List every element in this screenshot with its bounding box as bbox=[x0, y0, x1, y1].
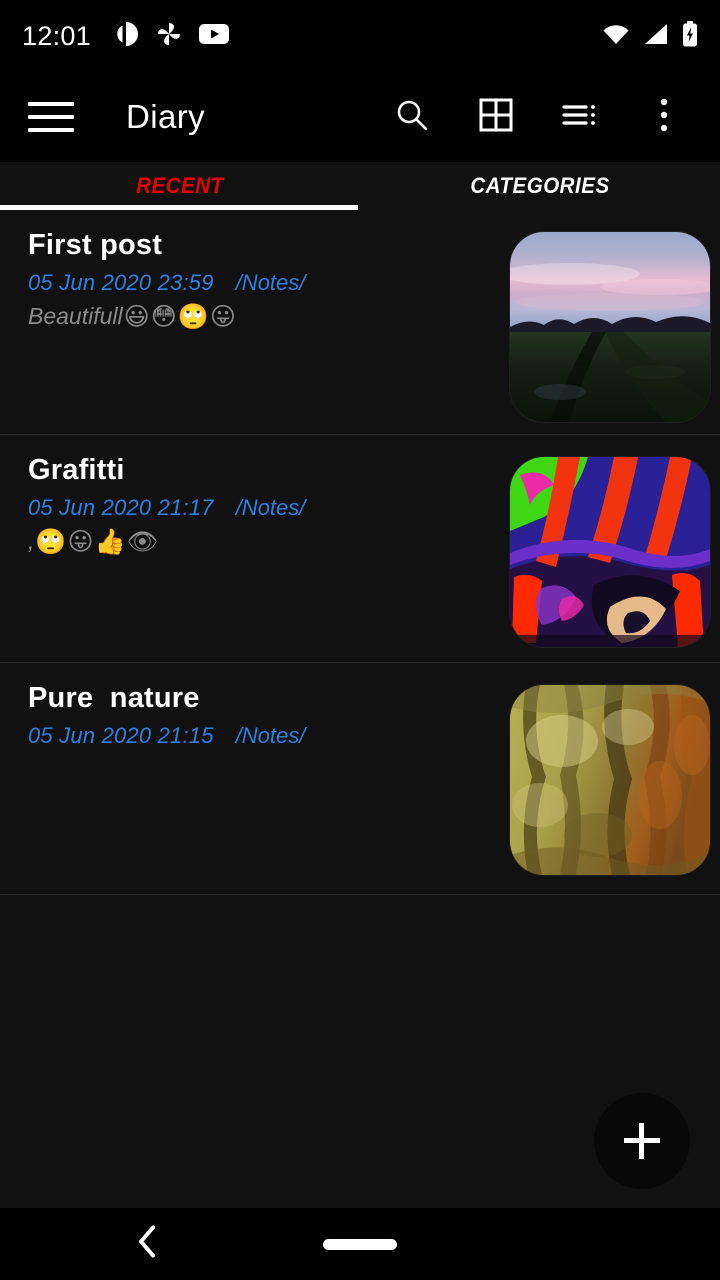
search-icon bbox=[394, 97, 430, 138]
hamburger-line bbox=[28, 115, 74, 119]
entry-date: 05 Jun 2020 23:59 bbox=[28, 269, 214, 295]
youtube-icon bbox=[199, 23, 230, 50]
status-bar: 12:01 bbox=[0, 0, 720, 72]
wifi-icon bbox=[602, 23, 630, 50]
pinwheel-icon bbox=[156, 21, 182, 52]
entry-title: Pure nature bbox=[28, 682, 200, 714]
entry-preview: Beautifull 😃 😳 🙄 😛 bbox=[28, 302, 500, 332]
app-toolbar: Diary bbox=[0, 72, 720, 162]
emoji-rolling-eyes: 🙄 bbox=[177, 301, 209, 331]
entries-list: First post 05 Jun 2020 23:59 /Notes/ Bea… bbox=[0, 210, 720, 1210]
overflow-menu-button[interactable] bbox=[622, 72, 706, 162]
system-navigation-bar bbox=[0, 1208, 720, 1280]
status-bar-system-icons bbox=[602, 20, 698, 52]
hamburger-line bbox=[28, 128, 74, 132]
toolbar-actions bbox=[370, 72, 706, 162]
tab-bar: RECENT CATEGORIES bbox=[0, 162, 720, 210]
entry-path: /Notes/ bbox=[235, 494, 306, 520]
emoji-tongue-out: 😛 bbox=[67, 527, 94, 557]
sort-list-button[interactable] bbox=[538, 72, 622, 162]
cellular-signal-icon bbox=[643, 23, 669, 50]
entry-date: 05 Jun 2020 21:15 bbox=[28, 722, 214, 748]
list-item[interactable]: Pure nature 05 Jun 2020 21:15 /Notes/ bbox=[0, 663, 720, 895]
back-chevron-icon[interactable] bbox=[135, 1224, 159, 1265]
graffiti-wall-photo[interactable] bbox=[510, 457, 710, 647]
emoji-flushed: 😳 bbox=[150, 302, 177, 332]
hamburger-line bbox=[28, 102, 74, 106]
search-button[interactable] bbox=[370, 72, 454, 162]
sort-list-icon bbox=[562, 100, 598, 135]
entry-text-block: Grafitti 05 Jun 2020 21:17 /Notes/ , 🙄 😛… bbox=[0, 435, 500, 557]
page-title: Diary bbox=[126, 98, 206, 135]
grid-view-button[interactable] bbox=[454, 72, 538, 162]
home-pill-indicator[interactable] bbox=[323, 1239, 397, 1250]
overflow-menu-icon bbox=[658, 97, 670, 138]
emoji-eye: 👁 bbox=[126, 526, 159, 556]
hamburger-menu-icon[interactable] bbox=[28, 102, 74, 132]
list-item[interactable]: Grafitti 05 Jun 2020 21:17 /Notes/ , 🙄 😛… bbox=[0, 435, 720, 663]
tree-bark-photo[interactable] bbox=[510, 685, 710, 875]
emoji-tongue-out: 😛 bbox=[209, 302, 236, 332]
emoji-rolling-eyes: 🙄 bbox=[35, 526, 67, 556]
entry-thumbnail-wrap bbox=[500, 210, 720, 422]
status-bar-notification-icons bbox=[113, 21, 230, 52]
entry-preview-text: , bbox=[28, 528, 35, 555]
entry-meta: 05 Jun 2020 21:15 /Notes/ bbox=[28, 723, 500, 749]
grid-view-icon bbox=[479, 98, 513, 137]
diary-app-screen: 12:01 Diary RECENT CATEGORIES First post… bbox=[0, 0, 720, 1280]
entry-meta: 05 Jun 2020 21:17 /Notes/ bbox=[28, 495, 500, 521]
emoji-thumbs-up: 👍 bbox=[94, 526, 126, 556]
field-at-dusk-photo[interactable] bbox=[510, 232, 710, 422]
entry-preview-text: Beautifull bbox=[28, 303, 123, 330]
entry-text-block: First post 05 Jun 2020 23:59 /Notes/ Bea… bbox=[0, 210, 500, 332]
entry-meta: 05 Jun 2020 23:59 /Notes/ bbox=[28, 270, 500, 296]
battery-charging-icon bbox=[682, 20, 698, 52]
entry-date: 05 Jun 2020 21:17 bbox=[28, 494, 214, 520]
notification-circle-icon bbox=[113, 21, 139, 52]
entry-title: Grafitti bbox=[28, 454, 125, 486]
list-item[interactable]: First post 05 Jun 2020 23:59 /Notes/ Bea… bbox=[0, 210, 720, 435]
entry-text-block: Pure nature 05 Jun 2020 21:15 /Notes/ bbox=[0, 663, 500, 755]
status-bar-clock: 12:01 bbox=[22, 20, 92, 51]
entry-thumbnail-wrap bbox=[500, 663, 720, 875]
entry-title: First post bbox=[28, 229, 163, 261]
emoji-grinning: 😃 bbox=[123, 302, 150, 332]
plus-icon bbox=[624, 1123, 660, 1159]
entry-path: /Notes/ bbox=[235, 722, 306, 748]
entry-preview: , 🙄 😛 👍 👁 bbox=[28, 527, 500, 557]
entry-path: /Notes/ bbox=[235, 269, 306, 295]
tab-categories[interactable]: CATEGORIES bbox=[373, 162, 708, 210]
entry-thumbnail-wrap bbox=[500, 435, 720, 647]
tab-recent[interactable]: RECENT bbox=[13, 162, 348, 210]
add-entry-fab[interactable] bbox=[594, 1093, 690, 1189]
